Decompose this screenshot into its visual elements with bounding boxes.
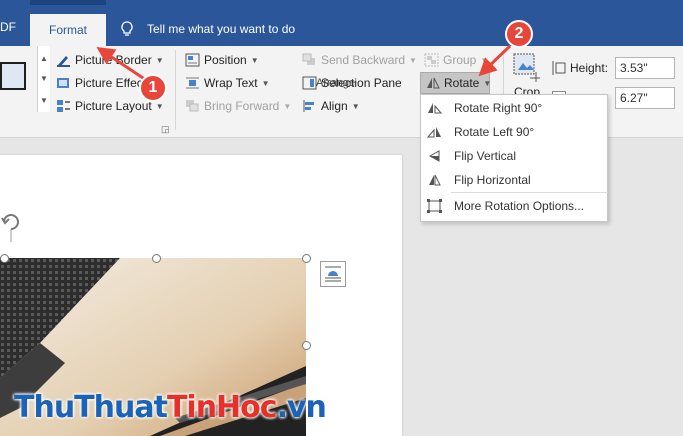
- rotation-handle-icon[interactable]: [0, 212, 22, 242]
- picture-layout-icon: [57, 100, 70, 112]
- rotate-label: Rotate: [444, 76, 480, 90]
- tell-me-search[interactable]: Tell me what you want to do: [147, 22, 295, 36]
- menu-item-label: Flip Vertical: [454, 149, 517, 163]
- chevron-down-icon: ▼: [250, 55, 259, 65]
- rotate-button[interactable]: Rotate ▼: [420, 72, 492, 94]
- height-label: Height:: [570, 61, 609, 75]
- step-1-badge: 1: [139, 74, 167, 102]
- layout-options-icon: [325, 266, 341, 282]
- group-icon: [424, 53, 439, 67]
- group-separator: [175, 50, 176, 130]
- rotate-dropdown-menu: Rotate Right 90° Rotate Left 90° Flip Ve…: [420, 94, 608, 222]
- chevron-down-icon: ▼: [483, 78, 492, 88]
- watermark-part-3: .vn: [276, 390, 327, 425]
- menu-item-flip-horizontal[interactable]: Flip Horizontal: [421, 168, 607, 192]
- picture-border-button[interactable]: Picture Border ▼: [56, 50, 164, 70]
- tab-format[interactable]: Format: [30, 14, 106, 46]
- width-value: 6.27": [620, 91, 648, 105]
- word-window: DF Format Tell me what you want to do ▲ …: [0, 0, 683, 436]
- wrap-text-label: Wrap Text: [204, 76, 258, 90]
- menu-item-rotate-right[interactable]: Rotate Right 90°: [421, 96, 607, 120]
- crop-icon: [513, 53, 540, 82]
- tab-partial-left[interactable]: DF: [0, 20, 16, 34]
- group-button[interactable]: Group ▼: [424, 50, 488, 70]
- dialog-launcher-icon[interactable]: ◲: [161, 124, 170, 135]
- wrap-text-icon: [186, 77, 199, 89]
- chevron-down-icon: ▼: [261, 78, 270, 88]
- watermark-part-1: ThuThuat: [14, 390, 168, 425]
- picture-effects-icon: [57, 78, 69, 88]
- flip-vertical-icon: [428, 150, 440, 162]
- position-icon: [185, 53, 200, 67]
- chevron-down-icon: ▼: [480, 55, 489, 65]
- send-backward-icon: [302, 53, 315, 65]
- watermark-part-2: TinHoc: [166, 390, 278, 425]
- align-button[interactable]: Align ▼: [302, 96, 360, 116]
- gallery-scroll[interactable]: ▲ ▼ ▼: [37, 46, 50, 112]
- gallery-more-icon[interactable]: ▼: [40, 96, 48, 105]
- resize-handle[interactable]: [152, 254, 161, 263]
- position-label: Position: [204, 53, 247, 67]
- site-watermark: ThuThuatTinHoc.vn: [14, 390, 327, 425]
- send-backward-button[interactable]: Send Backward ▼: [302, 50, 417, 70]
- selection-pane-icon: [302, 76, 317, 90]
- height-value: 3.53": [620, 61, 648, 75]
- menu-item-flip-vertical[interactable]: Flip Vertical: [421, 144, 607, 168]
- send-backward-label: Send Backward: [321, 53, 406, 67]
- menu-item-label: Rotate Right 90°: [454, 101, 543, 115]
- chevron-down-icon: ▼: [409, 55, 417, 65]
- bring-forward-button[interactable]: Bring Forward ▼: [185, 96, 291, 116]
- rotation-options-icon: [427, 199, 442, 213]
- bring-forward-icon: [186, 100, 199, 112]
- menu-separator: [451, 192, 608, 193]
- arrange-group-label: Arrange: [316, 77, 356, 89]
- gallery-up-icon[interactable]: ▲: [40, 54, 48, 63]
- step-2-badge: 2: [505, 20, 533, 48]
- rotate-icon: [427, 77, 440, 89]
- layout-options-button[interactable]: [320, 261, 346, 287]
- picture-border-label: Picture Border: [75, 53, 152, 67]
- chevron-down-icon: ▼: [155, 55, 164, 65]
- group-label: Group: [443, 53, 477, 67]
- menu-item-label: Flip Horizontal: [454, 173, 531, 187]
- rotate-left-icon: [427, 127, 441, 138]
- lightbulb-icon[interactable]: [118, 20, 136, 38]
- resize-handle[interactable]: [302, 254, 311, 263]
- menu-item-rotate-left[interactable]: Rotate Left 90°: [421, 120, 607, 144]
- chevron-down-icon: ▼: [351, 101, 360, 111]
- resize-handle[interactable]: [302, 341, 311, 350]
- shape-height-icon: [550, 60, 566, 76]
- pen-border-icon: [57, 56, 70, 67]
- chevron-down-icon: ▼: [283, 101, 292, 111]
- menu-item-label: Rotate Left 90°: [454, 125, 535, 139]
- align-icon: [303, 100, 314, 112]
- picture-style-thumbnail[interactable]: [0, 62, 26, 90]
- bring-forward-label: Bring Forward: [204, 99, 280, 113]
- wrap-text-button[interactable]: Wrap Text ▼: [185, 73, 270, 93]
- flip-horizontal-icon: [429, 174, 441, 186]
- menu-item-label: More Rotation Options...: [454, 199, 585, 213]
- chevron-down-icon: ▼: [155, 101, 164, 111]
- resize-handle[interactable]: [0, 254, 9, 263]
- width-input[interactable]: 6.27": [615, 87, 675, 109]
- rotate-right-icon: [428, 103, 442, 114]
- menu-item-more-rotation-options[interactable]: More Rotation Options...: [421, 194, 607, 218]
- picture-layout-label: Picture Layout: [75, 99, 152, 113]
- picture-tools-contextual-label: [30, 0, 106, 5]
- height-input[interactable]: 3.53": [615, 57, 675, 79]
- gallery-down-icon[interactable]: ▼: [40, 74, 48, 83]
- align-label: Align: [321, 99, 348, 113]
- position-button[interactable]: Position ▼: [185, 50, 259, 70]
